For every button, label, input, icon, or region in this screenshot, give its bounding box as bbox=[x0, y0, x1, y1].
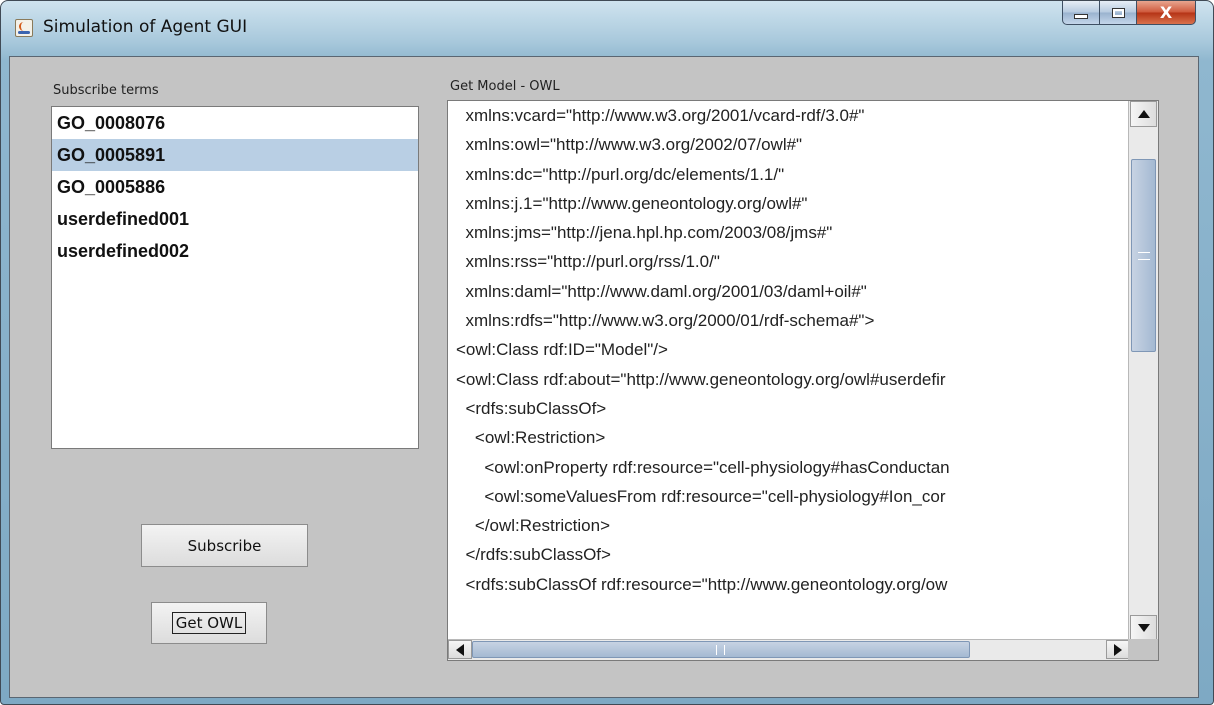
owl-model-textarea[interactable]: xmlns:vcard="http://www.w3.org/2001/vcar… bbox=[447, 100, 1159, 661]
close-button[interactable]: X bbox=[1136, 1, 1196, 25]
owl-model-text[interactable]: xmlns:vcard="http://www.w3.org/2001/vcar… bbox=[456, 101, 1126, 628]
list-item[interactable]: userdefined002 bbox=[52, 235, 418, 267]
text-line: xmlns:rss="http://purl.org/rss/1.0/" bbox=[456, 252, 720, 272]
text-line: <owl:Class rdf:ID="Model"/> bbox=[456, 340, 668, 360]
vertical-scroll-thumb[interactable] bbox=[1131, 159, 1156, 352]
horizontal-scrollbar[interactable] bbox=[448, 639, 1130, 660]
text-line: xmlns:vcard="http://www.w3.org/2001/vcar… bbox=[456, 106, 865, 125]
get-model-owl-label: Get Model - OWL bbox=[450, 79, 560, 94]
text-line: xmlns:owl="http://www.w3.org/2002/07/owl… bbox=[456, 135, 803, 155]
window-controls: X bbox=[1062, 1, 1196, 26]
arrow-up-icon bbox=[1137, 110, 1150, 118]
horizontal-scroll-thumb[interactable] bbox=[472, 641, 970, 658]
scroll-down-button[interactable] bbox=[1130, 615, 1157, 641]
text-line: xmlns:j.1="http://www.geneontology.org/o… bbox=[456, 193, 808, 213]
scroll-left-button[interactable] bbox=[448, 640, 472, 659]
title-bar[interactable]: Simulation of Agent GUI X bbox=[1, 1, 1213, 49]
text-line: </rdfs:subClassOf> bbox=[456, 545, 611, 565]
scroll-right-button[interactable] bbox=[1106, 640, 1130, 659]
arrow-right-icon bbox=[1114, 643, 1122, 656]
grip-icon bbox=[716, 645, 725, 655]
vertical-scrollbar[interactable] bbox=[1128, 101, 1158, 641]
get-owl-button-label: Get OWL bbox=[171, 612, 247, 634]
text-line: <owl:Restriction> bbox=[456, 428, 606, 448]
text-line: </owl:Restriction> bbox=[456, 516, 611, 536]
minimize-icon bbox=[1074, 14, 1088, 19]
scroll-up-button[interactable] bbox=[1130, 101, 1157, 127]
arrow-left-icon bbox=[456, 643, 464, 656]
list-item-selected[interactable]: GO_0005891 bbox=[52, 139, 418, 171]
subscribe-button-label: Subscribe bbox=[187, 536, 262, 555]
subscribe-terms-label: Subscribe terms bbox=[53, 83, 159, 98]
get-owl-button[interactable]: Get OWL bbox=[151, 602, 267, 644]
maximize-icon bbox=[1111, 7, 1125, 18]
app-window: Simulation of Agent GUI X Subscribe term… bbox=[0, 0, 1214, 705]
scrollbar-corner bbox=[1128, 639, 1158, 660]
text-line: xmlns:rdfs="http://www.w3.org/2000/01/rd… bbox=[456, 311, 875, 331]
grip-icon bbox=[1138, 252, 1150, 260]
subscribe-button[interactable]: Subscribe bbox=[141, 524, 308, 567]
content-panel: Subscribe terms GO_0008076 GO_0005891 GO… bbox=[9, 56, 1199, 698]
list-item[interactable]: GO_0008076 bbox=[52, 107, 418, 139]
text-line: <owl:someValuesFrom rdf:resource="cell-p… bbox=[456, 486, 946, 506]
list-item[interactable]: userdefined001 bbox=[52, 203, 418, 235]
close-icon: X bbox=[1159, 3, 1173, 22]
text-line: <owl:onProperty rdf:resource="cell-physi… bbox=[456, 457, 950, 477]
text-line: <rdfs:subClassOf rdf:resource="http://ww… bbox=[456, 574, 948, 594]
text-line: xmlns:dc="http://purl.org/dc/elements/1.… bbox=[456, 164, 785, 184]
arrow-down-icon bbox=[1137, 624, 1150, 632]
maximize-button[interactable] bbox=[1099, 1, 1137, 25]
minimize-button[interactable] bbox=[1062, 1, 1100, 25]
text-line: <owl:Class rdf:about="http://www.geneont… bbox=[456, 369, 946, 389]
list-item[interactable]: GO_0005886 bbox=[52, 171, 418, 203]
java-icon[interactable] bbox=[15, 19, 33, 37]
text-line: xmlns:jms="http://jena.hpl.hp.com/2003/0… bbox=[456, 223, 833, 243]
subscribe-terms-list[interactable]: GO_0008076 GO_0005891 GO_0005886 userdef… bbox=[51, 106, 419, 449]
window-title: Simulation of Agent GUI bbox=[43, 17, 248, 37]
text-line: <rdfs:subClassOf> bbox=[456, 398, 607, 418]
text-line: xmlns:daml="http://www.daml.org/2001/03/… bbox=[456, 281, 867, 301]
